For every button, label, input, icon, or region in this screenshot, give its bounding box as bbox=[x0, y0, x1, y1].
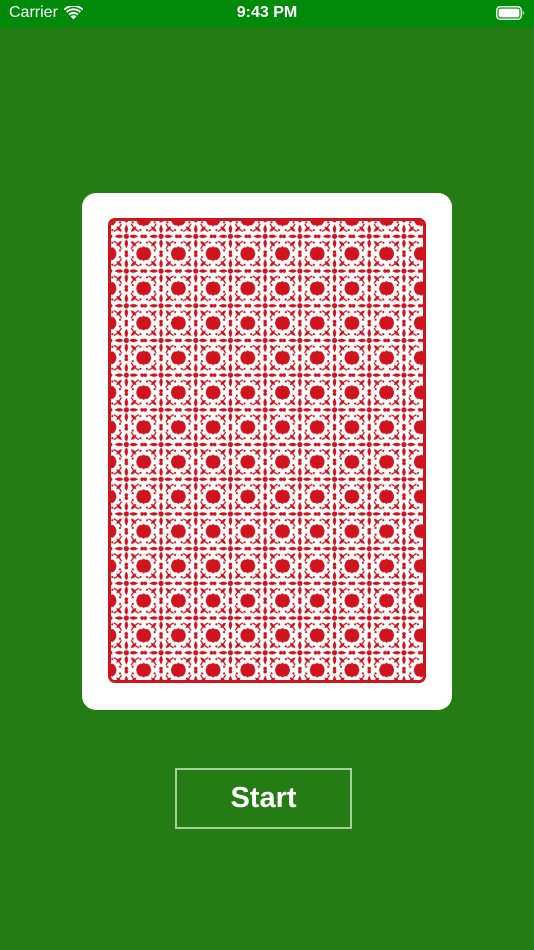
battery-icon bbox=[496, 6, 525, 20]
status-time: 9:43 PM bbox=[236, 4, 298, 21]
playing-card[interactable] bbox=[82, 193, 452, 710]
card-back-pattern bbox=[108, 218, 426, 683]
status-bar: Carrier 9:43 PM bbox=[0, 0, 534, 27]
start-button[interactable]: Start bbox=[175, 768, 352, 829]
card-back-artwork bbox=[111, 221, 423, 680]
